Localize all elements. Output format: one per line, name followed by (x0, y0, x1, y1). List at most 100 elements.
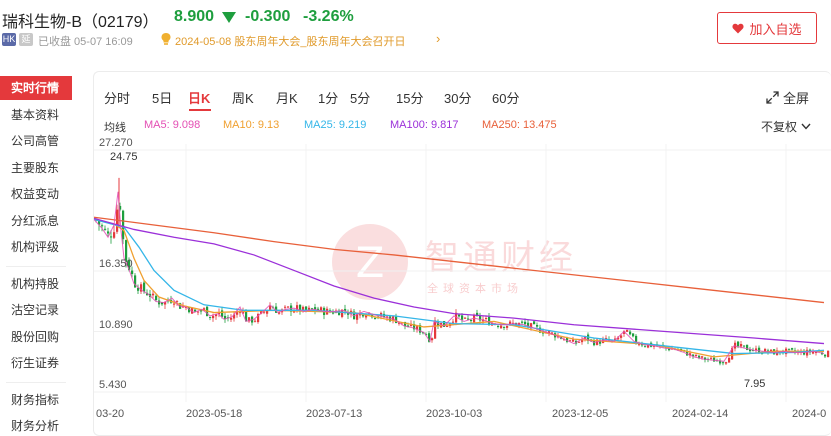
sidebar-separator (6, 381, 66, 383)
tab-1[interactable]: 5日 (152, 88, 172, 107)
candle-body (461, 315, 464, 320)
stock-change-pct: -3.26% (303, 8, 354, 25)
sidebar-item-2-1[interactable]: 财务分析 (0, 414, 72, 436)
candle-body (629, 331, 632, 335)
ma-item-4: MA250: 13.475 (482, 119, 557, 131)
ma-line-ma5 (94, 191, 825, 362)
tab-2[interactable]: 日K (188, 88, 210, 107)
candle-body (230, 318, 233, 320)
candle-body (485, 317, 488, 319)
candle-body (434, 320, 437, 339)
tab-8[interactable]: 30分 (444, 88, 471, 107)
candle-body (737, 341, 740, 347)
candle-body (521, 321, 524, 323)
candle-body (152, 293, 155, 296)
sidebar-item-0-0[interactable]: 实时行情 (0, 76, 72, 100)
candle-body (200, 310, 203, 312)
candle-body (254, 320, 257, 322)
candle-body (446, 325, 449, 327)
x-tick-0: 03-20 (96, 408, 125, 420)
expand-icon (766, 91, 779, 104)
y-tick-3: 5.430 (99, 379, 127, 391)
sidebar-item-0-1[interactable]: 基本资料 (0, 103, 72, 127)
tab-6[interactable]: 5分 (350, 88, 370, 107)
adjust-select[interactable]: 不复权 (761, 118, 811, 135)
candle-body (632, 333, 635, 337)
candle-body (743, 345, 746, 347)
sidebar-item-0-6[interactable]: 机构评级 (0, 235, 72, 259)
add-watchlist-label: 加入自选 (749, 21, 802, 37)
x-tick-1: 2023-05-18 (186, 408, 243, 420)
sidebar-item-0-4[interactable]: 权益变动 (0, 182, 72, 206)
stock-header: 瑞科生物-B（02179） 8.900 -0.300 -3.26% HK 延 已… (0, 0, 831, 56)
candle-body (740, 344, 743, 347)
sidebar-item-1-2[interactable]: 股份回购 (0, 325, 72, 349)
candle-body (788, 348, 791, 350)
sidebar-item-0-3[interactable]: 主要股东 (0, 156, 72, 180)
sidebar-item-0-5[interactable]: 分红派息 (0, 209, 72, 233)
ma-item-3: MA100: 9.817 (390, 119, 459, 131)
kline-chart[interactable] (94, 144, 831, 404)
candle-body (755, 348, 758, 350)
candle-body (458, 314, 461, 317)
down-arrow-icon (222, 12, 236, 23)
sidebar-item-2-0[interactable]: 财务指标 (0, 388, 72, 412)
tab-9[interactable]: 60分 (492, 88, 519, 107)
candle-body (221, 310, 224, 317)
candle-body (620, 335, 623, 338)
ma-label: 均线 (104, 122, 126, 134)
candle-body (431, 338, 434, 341)
candle-body (212, 315, 215, 319)
y-tick-1: 16.350 (99, 258, 133, 270)
candle-body (722, 362, 725, 364)
fullscreen-label: 全屏 (782, 91, 809, 106)
candle-body (374, 317, 377, 319)
candle-body (308, 307, 311, 310)
fullscreen-button[interactable]: 全屏 (766, 88, 809, 107)
candle-body (695, 354, 698, 356)
sidebar: 实时行情基本资料 公司高管主要股东 权益变动分红派息 机构评级机构持股 沽空记录股份回购… (0, 74, 72, 436)
tab-0[interactable]: 分时 (104, 88, 130, 107)
tab-5[interactable]: 1分 (318, 88, 338, 107)
y-tick-2: 10.890 (99, 318, 133, 331)
y-tick-0: 27.270 (99, 137, 133, 149)
x-tick-5: 2024-02-14 (672, 408, 729, 420)
tab-4[interactable]: 月K (276, 88, 298, 107)
candle-body (533, 321, 536, 325)
chevron-right-icon[interactable]: › (436, 31, 440, 46)
ma-item-0: MA5: 9.098 (144, 119, 201, 131)
candle-body (287, 306, 290, 308)
x-tick-4: 2023-12-05 (552, 408, 609, 420)
tab-7[interactable]: 15分 (396, 88, 423, 107)
candle-body (452, 321, 455, 323)
tab-3[interactable]: 周K (232, 88, 254, 107)
sidebar-item-1-0[interactable]: 机构持股 (0, 272, 72, 296)
active-tab-underline (189, 109, 211, 111)
candle-body (239, 312, 242, 314)
ma-item-1: MA10: 9.13 (223, 119, 280, 131)
candle-body (155, 295, 158, 301)
candle-body (464, 317, 467, 319)
candle-body (728, 357, 731, 363)
candle-body (173, 303, 176, 305)
candle-body (236, 311, 239, 315)
candle-body (497, 325, 500, 327)
candle-body (122, 210, 125, 240)
notice-link[interactable]: 2024-05-08 股东周年大会_股东周年大会召开日 (175, 33, 405, 49)
sidebar-item-0-2[interactable]: 公司高管 (0, 129, 72, 153)
stock-price: 8.900 (174, 8, 215, 25)
sidebar-item-1-3[interactable]: 衍生证券 (0, 351, 72, 375)
candle-body (701, 356, 704, 358)
sidebar-item-1-1[interactable]: 沽空记录 (0, 298, 72, 322)
candle-body (626, 330, 629, 332)
candle-body (572, 339, 575, 342)
chevron-down-icon (801, 123, 811, 130)
ma-item-2: MA25: 9.219 (304, 119, 367, 131)
candle-body (470, 320, 473, 322)
add-watchlist-button[interactable]: 加入自选 (717, 12, 817, 44)
candle-body (107, 231, 110, 234)
adjust-label: 不复权 (760, 120, 797, 134)
candle-body (506, 325, 509, 328)
candle-body (176, 301, 179, 303)
ma-line-ma250 (94, 216, 825, 304)
